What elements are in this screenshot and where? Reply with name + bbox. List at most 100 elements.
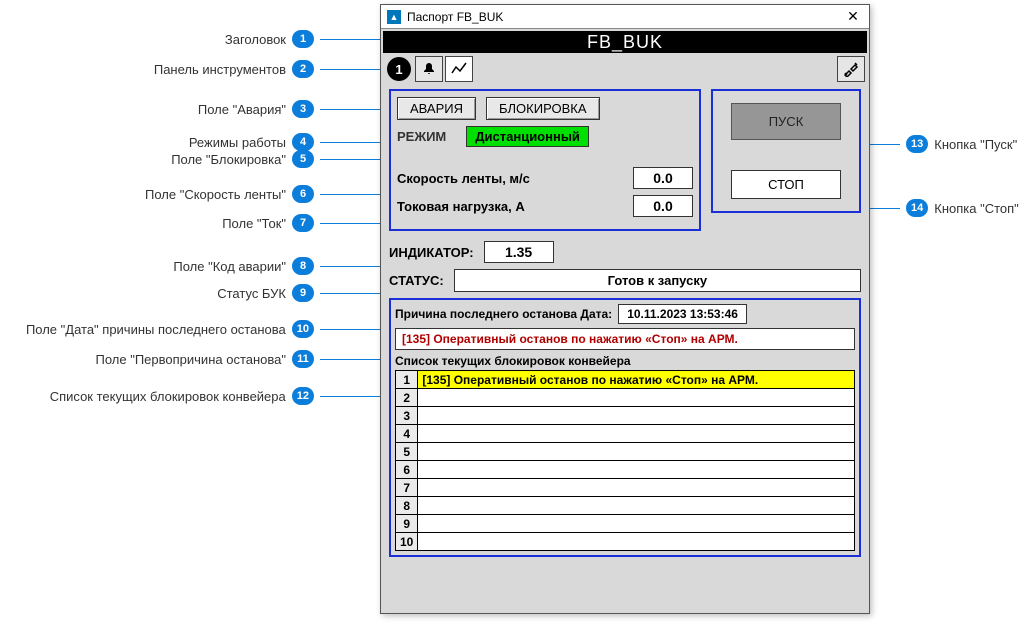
callout-left-10: Поле "Дата" причины последнего останова 1… (0, 320, 380, 338)
interlock-title: Список текущих блокировок конвейера (395, 354, 855, 368)
callout-badge: 14 (906, 199, 928, 217)
trend-icon[interactable] (445, 56, 473, 82)
reason-text: [135] Оперативный останов по нажатию «Ст… (395, 328, 855, 350)
callout-label: Статус БУК (217, 286, 286, 301)
callout-label: Список текущих блокировок конвейера (50, 389, 286, 404)
row-number: 4 (396, 425, 418, 443)
parameter-group: АВАРИЯ БЛОКИРОВКА РЕЖИМ Дистанционный Ск… (389, 89, 701, 231)
toolbar-badge-1: 1 (395, 62, 402, 77)
toolbar: 1 (383, 53, 867, 85)
callout-badge: 9 (292, 284, 314, 302)
callout-badge: 5 (292, 150, 314, 168)
callout-line (320, 142, 380, 143)
callout-left-2: Панель инструментов 2 (0, 60, 380, 78)
callout-badge: 10 (292, 320, 314, 338)
callout-line (320, 194, 380, 195)
callout-line (320, 39, 380, 40)
table-row: 9 (396, 515, 855, 533)
start-button[interactable]: ПУСК (731, 103, 841, 140)
row-number: 3 (396, 407, 418, 425)
passport-window: ▲ Паспорт FB_BUK ✕ FB_BUK 1 (380, 4, 870, 614)
reason-header-label: Причина последнего останова Дата: (395, 307, 612, 321)
callout-label: Панель инструментов (154, 62, 286, 77)
row-text (418, 425, 855, 443)
table-row: 7 (396, 479, 855, 497)
row-text (418, 515, 855, 533)
alarm-button[interactable]: АВАРИЯ (397, 97, 476, 120)
indicator-label: ИНДИКАТОР: (389, 245, 474, 260)
row-number: 8 (396, 497, 418, 515)
callout-line (320, 329, 380, 330)
callout-badge: 11 (292, 350, 314, 368)
callout-label: Кнопка "Пуск" (934, 137, 1017, 152)
table-row: 2 (396, 389, 855, 407)
callout-line (320, 223, 380, 224)
row-text (418, 443, 855, 461)
callout-label: Поле "Скорость ленты" (145, 187, 286, 202)
callout-line (320, 396, 380, 397)
callout-badge: 4 (292, 133, 314, 151)
row-number: 1 (396, 371, 418, 389)
titlebar: ▲ Паспорт FB_BUK ✕ (381, 5, 869, 29)
callout-line (320, 266, 380, 267)
callout-badge: 6 (292, 185, 314, 203)
callout-badge: 3 (292, 100, 314, 118)
control-group: ПУСК СТОП (711, 89, 861, 213)
callout-left-6: Поле "Скорость ленты" 6 (0, 185, 380, 203)
row-text (418, 389, 855, 407)
callout-label: Кнопка "Стоп" (934, 201, 1019, 216)
table-row: 3 (396, 407, 855, 425)
callout-left-9: Статус БУК 9 (0, 284, 380, 302)
speed-label: Скорость ленты, м/с (397, 171, 623, 186)
callout-badge: 1 (292, 30, 314, 48)
callout-left-7: Поле "Ток"7 (0, 214, 380, 232)
row-number: 2 (396, 389, 418, 407)
row-number: 5 (396, 443, 418, 461)
current-label: Токовая нагрузка, А (397, 199, 623, 214)
mode-label: РЕЖИМ (397, 129, 446, 144)
row-text: [135] Оперативный останов по нажатию «Ст… (418, 371, 855, 389)
reason-date: 10.11.2023 13:53:46 (618, 304, 747, 324)
bell-icon[interactable] (415, 56, 443, 82)
table-row: 6 (396, 461, 855, 479)
row-text (418, 407, 855, 425)
callout-left-11: Поле "Первопричина останова" 11 (0, 350, 380, 368)
callout-label: Поле "Блокировка" (171, 152, 286, 167)
window-title: Паспорт FB_BUK (407, 10, 503, 24)
callout-line (320, 359, 380, 360)
callout-label: Заголовок (225, 32, 286, 47)
close-icon[interactable]: ✕ (843, 8, 863, 25)
callout-left-4: Режимы работы 4 (0, 133, 380, 151)
callout-label: Поле "Ток" (222, 216, 286, 231)
settings-icon[interactable] (837, 56, 865, 82)
row-number: 10 (396, 533, 418, 551)
callout-line (870, 208, 900, 209)
speed-value: 0.0 (633, 167, 693, 189)
callout-line (320, 109, 380, 110)
callout-left-3: Поле "Авария"3 (0, 100, 380, 118)
toolbar-btn-1[interactable]: 1 (387, 57, 411, 81)
callout-right-13: 13Кнопка "Пуск" (870, 135, 1030, 153)
row-text (418, 479, 855, 497)
table-row: 8 (396, 497, 855, 515)
callout-label: Поле "Первопричина останова" (96, 352, 287, 367)
callout-left-1: Заголовок 1 (0, 30, 380, 48)
callout-line (320, 159, 380, 160)
app-icon: ▲ (387, 10, 401, 24)
stop-button[interactable]: СТОП (731, 170, 841, 199)
block-button[interactable]: БЛОКИРОВКА (486, 97, 600, 120)
mode-value: Дистанционный (466, 126, 589, 147)
callout-line (320, 293, 380, 294)
status-value: Готов к запуску (454, 269, 861, 292)
callout-line (320, 69, 380, 70)
page-title: FB_BUK (383, 31, 867, 53)
callout-label: Режимы работы (189, 135, 286, 150)
callout-right-14: 14 Кнопка "Стоп" (870, 199, 1030, 217)
table-row: 10 (396, 533, 855, 551)
callout-badge: 12 (292, 387, 314, 405)
row-number: 6 (396, 461, 418, 479)
callout-badge: 2 (292, 60, 314, 78)
callout-left-12: Список текущих блокировок конвейера 12 (0, 387, 380, 405)
callout-label: Поле "Дата" причины последнего останова (26, 322, 286, 337)
callout-line (870, 144, 900, 145)
